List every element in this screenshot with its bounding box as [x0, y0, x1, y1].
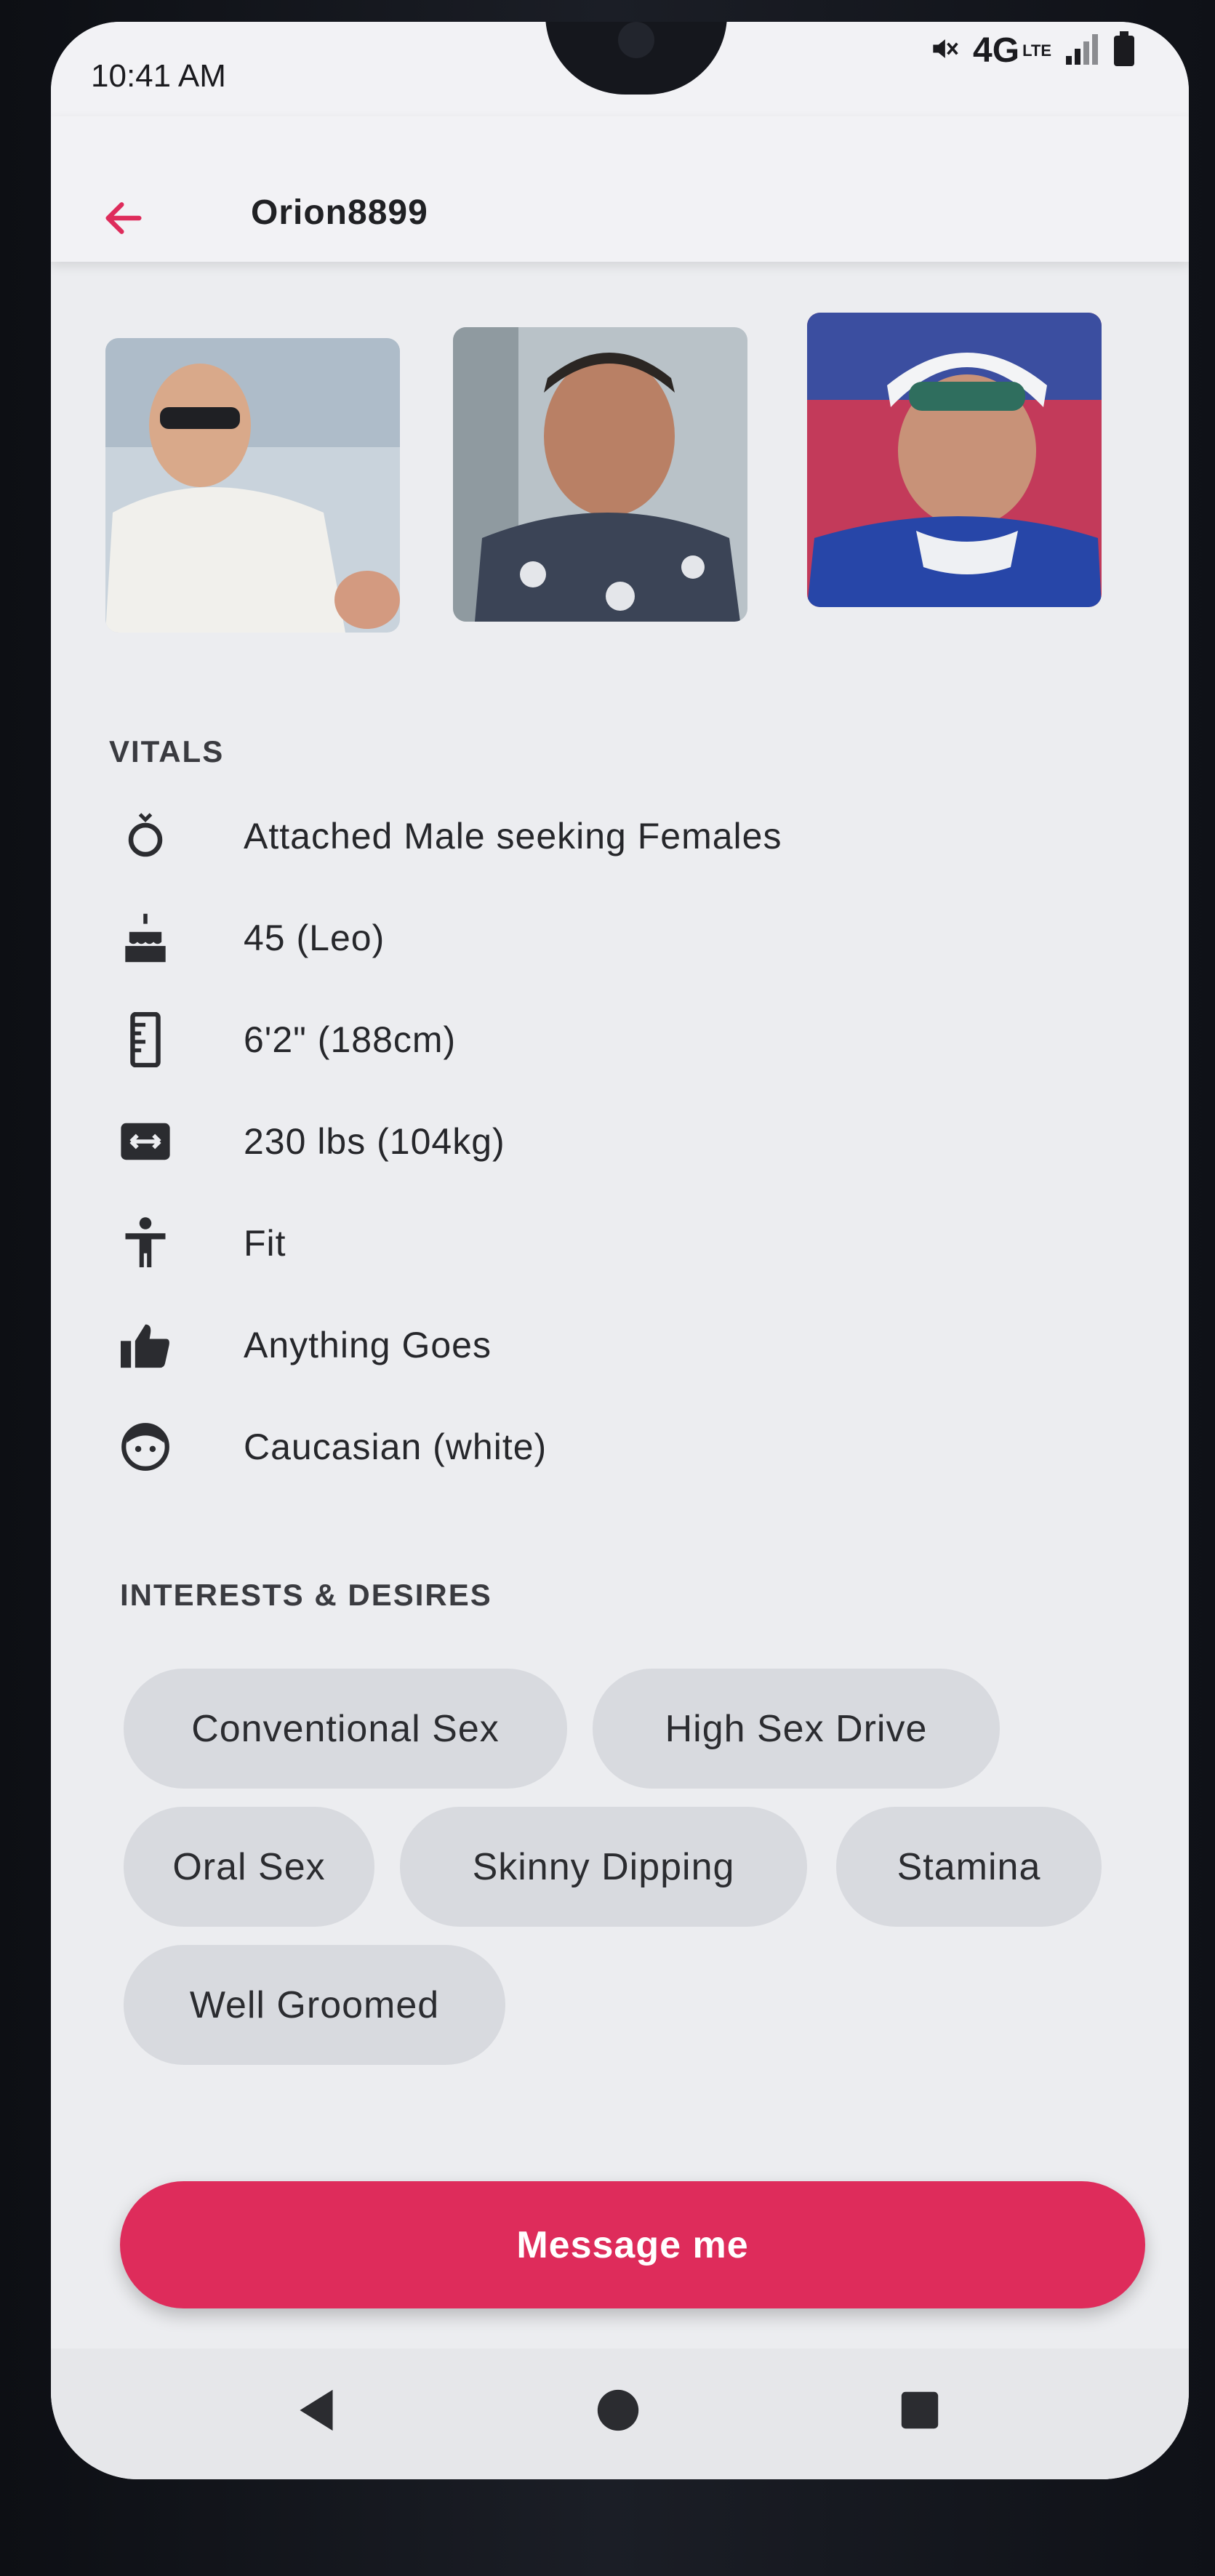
cake-icon [113, 905, 178, 971]
back-arrow-icon [105, 202, 142, 234]
phone-device: 10:41 AM 4G LTE Orion8899 VITALS Attache… [0, 0, 1215, 2576]
vital-text: 45 (Leo) [244, 918, 385, 958]
vital-row-body-type: Fit [113, 1211, 1058, 1276]
interest-chip[interactable]: Well Groomed [124, 1945, 505, 2065]
vital-row-preference: Anything Goes [113, 1312, 1058, 1378]
weight-icon [113, 1109, 178, 1174]
network-sub: LTE [1022, 41, 1051, 60]
ruler-icon [113, 1007, 178, 1072]
network-type: 4G [973, 31, 1020, 70]
vital-row-height: 6'2" (188cm) [113, 1007, 1058, 1072]
interest-chip[interactable]: Oral Sex [124, 1807, 374, 1927]
nav-back-button[interactable] [284, 2378, 349, 2443]
mute-icon [928, 33, 960, 68]
interests-heading: INTERESTS & DESIRES [120, 1578, 492, 1612]
battery-icon [1114, 31, 1134, 70]
profile-username: Orion8899 [251, 193, 428, 232]
interest-chip[interactable]: Skinny Dipping [400, 1807, 807, 1927]
thumbs-up-icon [113, 1312, 178, 1378]
vitals-heading: VITALS [109, 734, 225, 769]
vital-text: Attached Male seeking Females [244, 816, 782, 856]
body-type-icon [113, 1211, 178, 1276]
photo-gallery [105, 313, 1160, 633]
nav-recents-button[interactable] [887, 2378, 953, 2443]
status-icons: 4G LTE [928, 31, 1134, 71]
status-time: 10:41 AM [91, 58, 226, 94]
app-header: Orion8899 [51, 116, 1189, 262]
vital-row-age: 45 (Leo) [113, 905, 1058, 971]
vital-text: Caucasian (white) [244, 1427, 548, 1467]
vital-text: Fit [244, 1223, 286, 1264]
vital-row-ethnicity: Caucasian (white) [113, 1414, 1058, 1480]
circle-home-icon [597, 2389, 639, 2431]
profile-photo-3[interactable] [807, 313, 1102, 607]
square-recents-icon [901, 2391, 939, 2429]
message-me-button[interactable]: Message me [120, 2181, 1145, 2308]
interest-chip[interactable]: High Sex Drive [593, 1669, 1000, 1789]
profile-photo-1[interactable] [105, 338, 400, 633]
vital-row-relationship: Attached Male seeking Females [113, 803, 1058, 869]
vital-row-weight: 230 lbs (104kg) [113, 1109, 1058, 1174]
profile-photo-2[interactable] [453, 327, 747, 622]
ring-icon [113, 803, 178, 869]
triangle-back-icon [300, 2389, 333, 2431]
interest-chip[interactable]: Stamina [836, 1807, 1102, 1927]
vital-text: 6'2" (188cm) [244, 1019, 457, 1060]
interest-chip[interactable]: Conventional Sex [124, 1669, 567, 1789]
screen: 10:41 AM 4G LTE Orion8899 VITALS Attache… [51, 22, 1189, 2479]
back-button[interactable] [91, 185, 156, 251]
system-nav-bar [51, 2348, 1189, 2479]
signal-icon [1064, 33, 1101, 68]
vital-text: Anything Goes [244, 1325, 492, 1365]
nav-home-button[interactable] [585, 2378, 651, 2443]
vital-text: 230 lbs (104kg) [244, 1121, 505, 1162]
face-icon [113, 1414, 178, 1480]
